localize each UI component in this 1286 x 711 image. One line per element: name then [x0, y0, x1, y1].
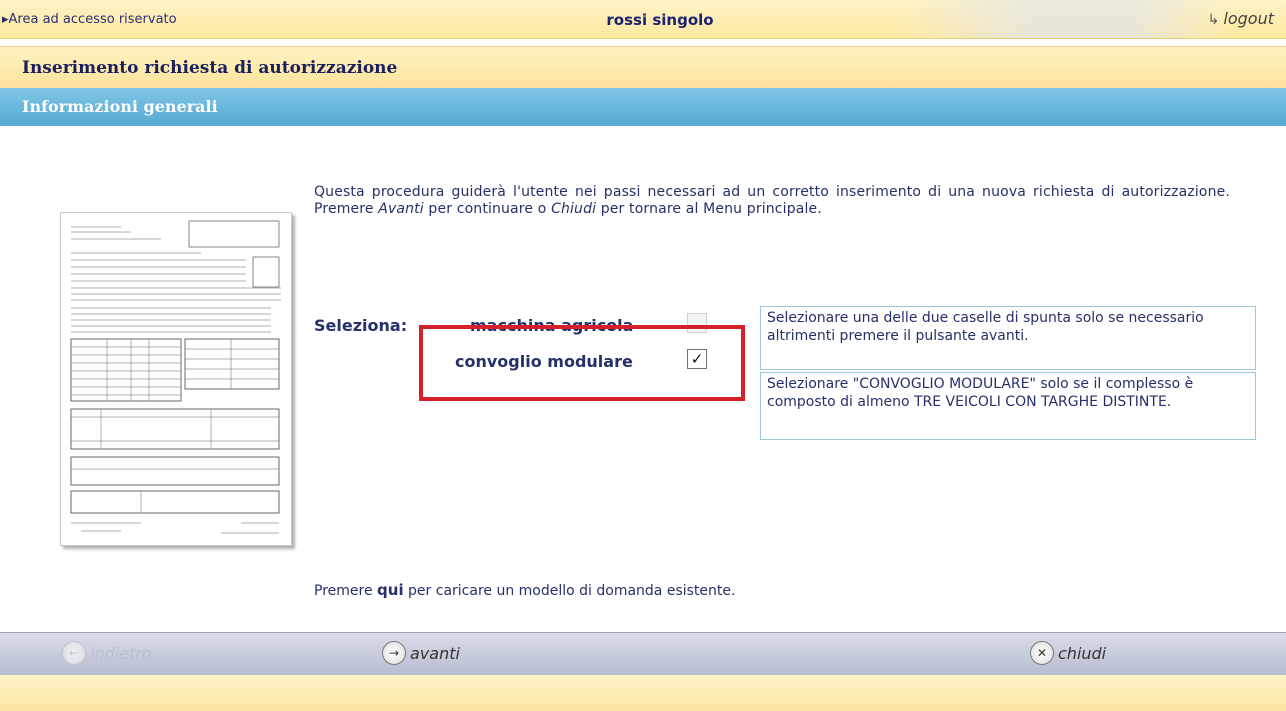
- form-document-thumbnail: [60, 212, 292, 546]
- selection-label: Seleziona:: [314, 316, 408, 335]
- load-model-link[interactable]: qui: [377, 581, 404, 599]
- arrow-right-icon: →: [382, 641, 406, 665]
- navigation-footer: ← indietro → avanti ✕ chiudi: [0, 632, 1286, 676]
- highlight-annotation-box: [419, 325, 745, 401]
- info-box-convoglio: Selezionare "CONVOGLIO MODULARE" solo se…: [760, 372, 1256, 440]
- section-title: Informazioni generali: [22, 97, 218, 116]
- back-button: ← indietro: [62, 641, 152, 665]
- logout-arrow-icon: ↳: [1207, 12, 1220, 28]
- user-name: rossi singolo: [606, 11, 714, 29]
- area-label: ▸Area ad accesso riservato: [2, 12, 177, 27]
- section-title-bar: Informazioni generali: [0, 88, 1286, 127]
- main-content: Questa procedura guiderà l'utente nei pa…: [0, 126, 1286, 632]
- close-icon: ✕: [1030, 641, 1054, 665]
- close-button[interactable]: ✕ chiudi: [1030, 641, 1106, 665]
- arrow-left-icon: ←: [62, 641, 86, 665]
- top-header-bar: ▸Area ad accesso riservato rossi singolo…: [0, 0, 1286, 39]
- next-button[interactable]: → avanti: [382, 641, 460, 665]
- page-title: Inserimento richiesta di autorizzazione: [22, 58, 398, 78]
- intro-text: Questa procedura guiderà l'utente nei pa…: [314, 184, 1230, 217]
- logout-link[interactable]: ↳ logout: [1208, 9, 1274, 28]
- page-title-bar: Inserimento richiesta di autorizzazione: [0, 46, 1286, 90]
- bottom-bar: [0, 675, 1286, 711]
- load-model-hint: Premere qui per caricare un modello di d…: [314, 581, 736, 600]
- info-box-selection: Selezionare una delle due caselle di spu…: [760, 306, 1256, 370]
- header-decoration: [900, 0, 1230, 38]
